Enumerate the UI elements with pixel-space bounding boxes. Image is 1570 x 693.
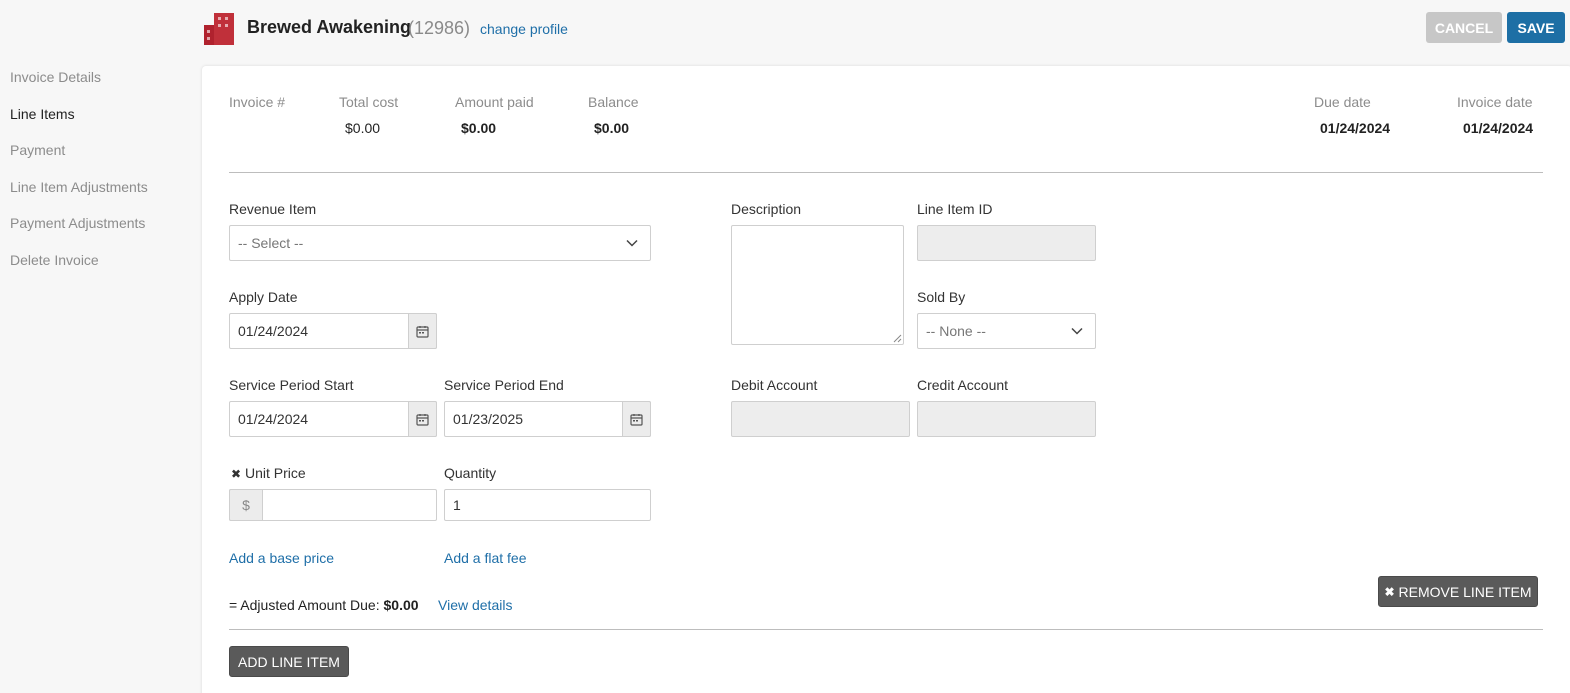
unit-price-label-text: Unit Price	[244, 465, 306, 481]
line-item-id-field	[917, 225, 1096, 261]
description-label: Description	[731, 201, 802, 217]
service-start-input[interactable]: 01/24/2024	[229, 401, 437, 437]
dollar-prefix: $	[229, 489, 263, 521]
invoice-number-label: Invoice #	[229, 94, 286, 110]
adjusted-amount-text: = Adjusted Amount Due: $0.00	[229, 597, 419, 613]
quantity-input[interactable]: 1	[444, 489, 651, 521]
debit-account-field	[731, 401, 910, 437]
add-base-price-link[interactable]: Add a base price	[229, 550, 334, 566]
calendar-icon[interactable]	[408, 401, 437, 437]
remove-line-item-label: REMOVE LINE ITEM	[1398, 583, 1532, 600]
chevron-down-icon	[1071, 327, 1083, 335]
amount-paid-value: $0.00	[461, 120, 497, 136]
sold-by-value: -- None --	[926, 323, 986, 339]
add-line-item-button[interactable]: ADD LINE ITEM	[229, 646, 349, 677]
revenue-item-value: -- Select --	[238, 235, 304, 251]
save-button[interactable]: SAVE	[1507, 12, 1565, 43]
change-profile-link[interactable]: change profile	[480, 21, 568, 37]
summary-divider	[229, 172, 1543, 173]
sold-by-select[interactable]: -- None --	[917, 313, 1096, 349]
invoice-date-label: Invoice date	[1457, 94, 1533, 110]
sidebar-item-invoice-details[interactable]: Invoice Details	[10, 68, 195, 105]
chevron-down-icon	[626, 239, 638, 247]
profile-name: Brewed Awakening	[247, 17, 412, 37]
service-start-value: 01/24/2024	[238, 411, 309, 427]
service-end-input[interactable]: 01/23/2025	[444, 401, 651, 437]
debit-account-label: Debit Account	[731, 377, 818, 393]
apply-date-value: 01/24/2024	[238, 323, 309, 339]
credit-account-field	[917, 401, 1096, 437]
cancel-button[interactable]: CANCEL	[1426, 12, 1502, 43]
sidebar-item-payment-adjustments[interactable]: Payment Adjustments	[10, 214, 195, 251]
resize-handle-icon[interactable]	[892, 333, 902, 343]
service-end-value: 01/23/2025	[453, 411, 524, 427]
adjusted-amount-label: = Adjusted Amount Due:	[229, 597, 380, 613]
due-date-label: Due date	[1314, 94, 1371, 110]
quantity-label: Quantity	[444, 465, 497, 481]
due-date-value: 01/24/2024	[1320, 120, 1391, 136]
invoice-date-value: 01/24/2024	[1463, 120, 1534, 136]
balance-value: $0.00	[594, 120, 630, 136]
revenue-item-label: Revenue Item	[229, 201, 317, 217]
total-cost-value: $0.00	[345, 120, 381, 136]
brand-logo-icon	[204, 13, 234, 45]
amount-paid-label: Amount paid	[455, 94, 534, 110]
sidebar-item-line-items[interactable]: Line Items	[10, 105, 195, 142]
sidebar-item-line-item-adjustments[interactable]: Line Item Adjustments	[10, 178, 195, 215]
apply-date-label: Apply Date	[229, 289, 298, 305]
sidebar-nav: Invoice Details Line Items Payment Line …	[10, 68, 195, 287]
line-item-divider	[229, 629, 1543, 630]
service-end-label: Service Period End	[444, 377, 564, 393]
credit-account-label: Credit Account	[917, 377, 1009, 393]
service-start-label: Service Period Start	[229, 377, 354, 393]
profile-id: (12986)	[408, 18, 471, 38]
line-item-id-label: Line Item ID	[917, 201, 993, 217]
view-details-link[interactable]: View details	[438, 597, 512, 613]
calendar-icon[interactable]	[408, 313, 437, 349]
revenue-item-select[interactable]: -- Select --	[229, 225, 651, 261]
adjusted-amount-value: $0.00	[383, 597, 419, 613]
add-flat-fee-link[interactable]: Add a flat fee	[444, 550, 527, 566]
close-icon: ✖	[1384, 584, 1395, 599]
total-cost-label: Total cost	[339, 94, 399, 110]
unit-price-input[interactable]: $	[229, 489, 437, 521]
unit-price-label: ✖ Unit Price	[231, 465, 306, 481]
required-x-icon: ✖	[231, 467, 242, 481]
remove-line-item-button[interactable]: ✖ REMOVE LINE ITEM	[1378, 576, 1538, 607]
apply-date-input[interactable]: 01/24/2024	[229, 313, 437, 349]
description-textarea[interactable]	[731, 225, 904, 345]
calendar-icon[interactable]	[622, 401, 651, 437]
sidebar-item-payment[interactable]: Payment	[10, 141, 195, 178]
balance-label: Balance	[588, 94, 639, 110]
sold-by-label: Sold By	[917, 289, 966, 305]
sidebar-item-delete-invoice[interactable]: Delete Invoice	[10, 251, 195, 288]
